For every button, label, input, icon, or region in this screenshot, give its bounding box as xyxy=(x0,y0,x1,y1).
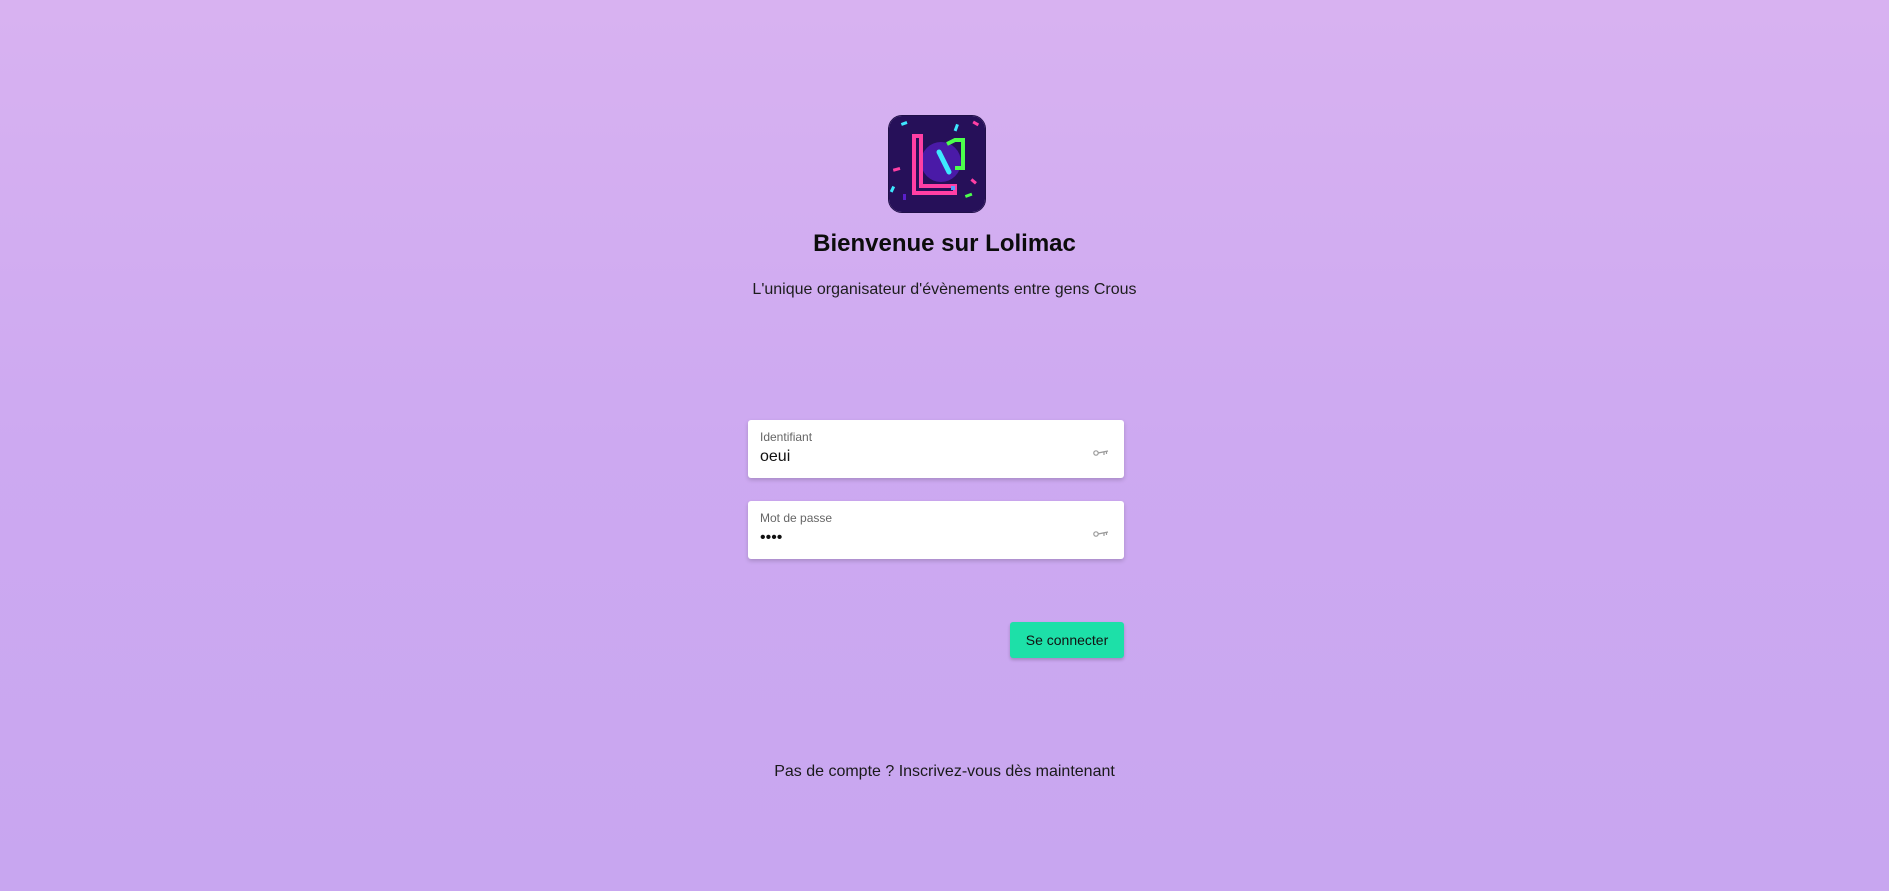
key-icon[interactable] xyxy=(1092,528,1110,540)
lolimac-logo-icon xyxy=(889,116,985,212)
password-label: Mot de passe xyxy=(760,511,833,525)
password-field[interactable]: Mot de passe •••• xyxy=(748,501,1124,559)
username-input[interactable] xyxy=(760,448,1080,466)
signup-prompt-text: Pas de compte ? xyxy=(774,763,899,780)
username-label: Identifiant xyxy=(760,430,813,444)
page-title: Bienvenue sur Lolimac xyxy=(813,230,1076,257)
key-icon[interactable] xyxy=(1092,447,1110,459)
login-button[interactable]: Se connecter xyxy=(1010,622,1124,658)
username-field[interactable]: Identifiant xyxy=(748,420,1124,478)
signup-prompt: Pas de compte ? Inscrivez-vous dès maint… xyxy=(0,763,1889,781)
lolimac-logo xyxy=(888,115,986,213)
signup-link[interactable]: Inscrivez-vous dès maintenant xyxy=(899,763,1115,780)
password-input[interactable]: •••• xyxy=(760,529,1080,547)
page-subtitle: L'unique organisateur d'évènements entre… xyxy=(752,281,1137,298)
